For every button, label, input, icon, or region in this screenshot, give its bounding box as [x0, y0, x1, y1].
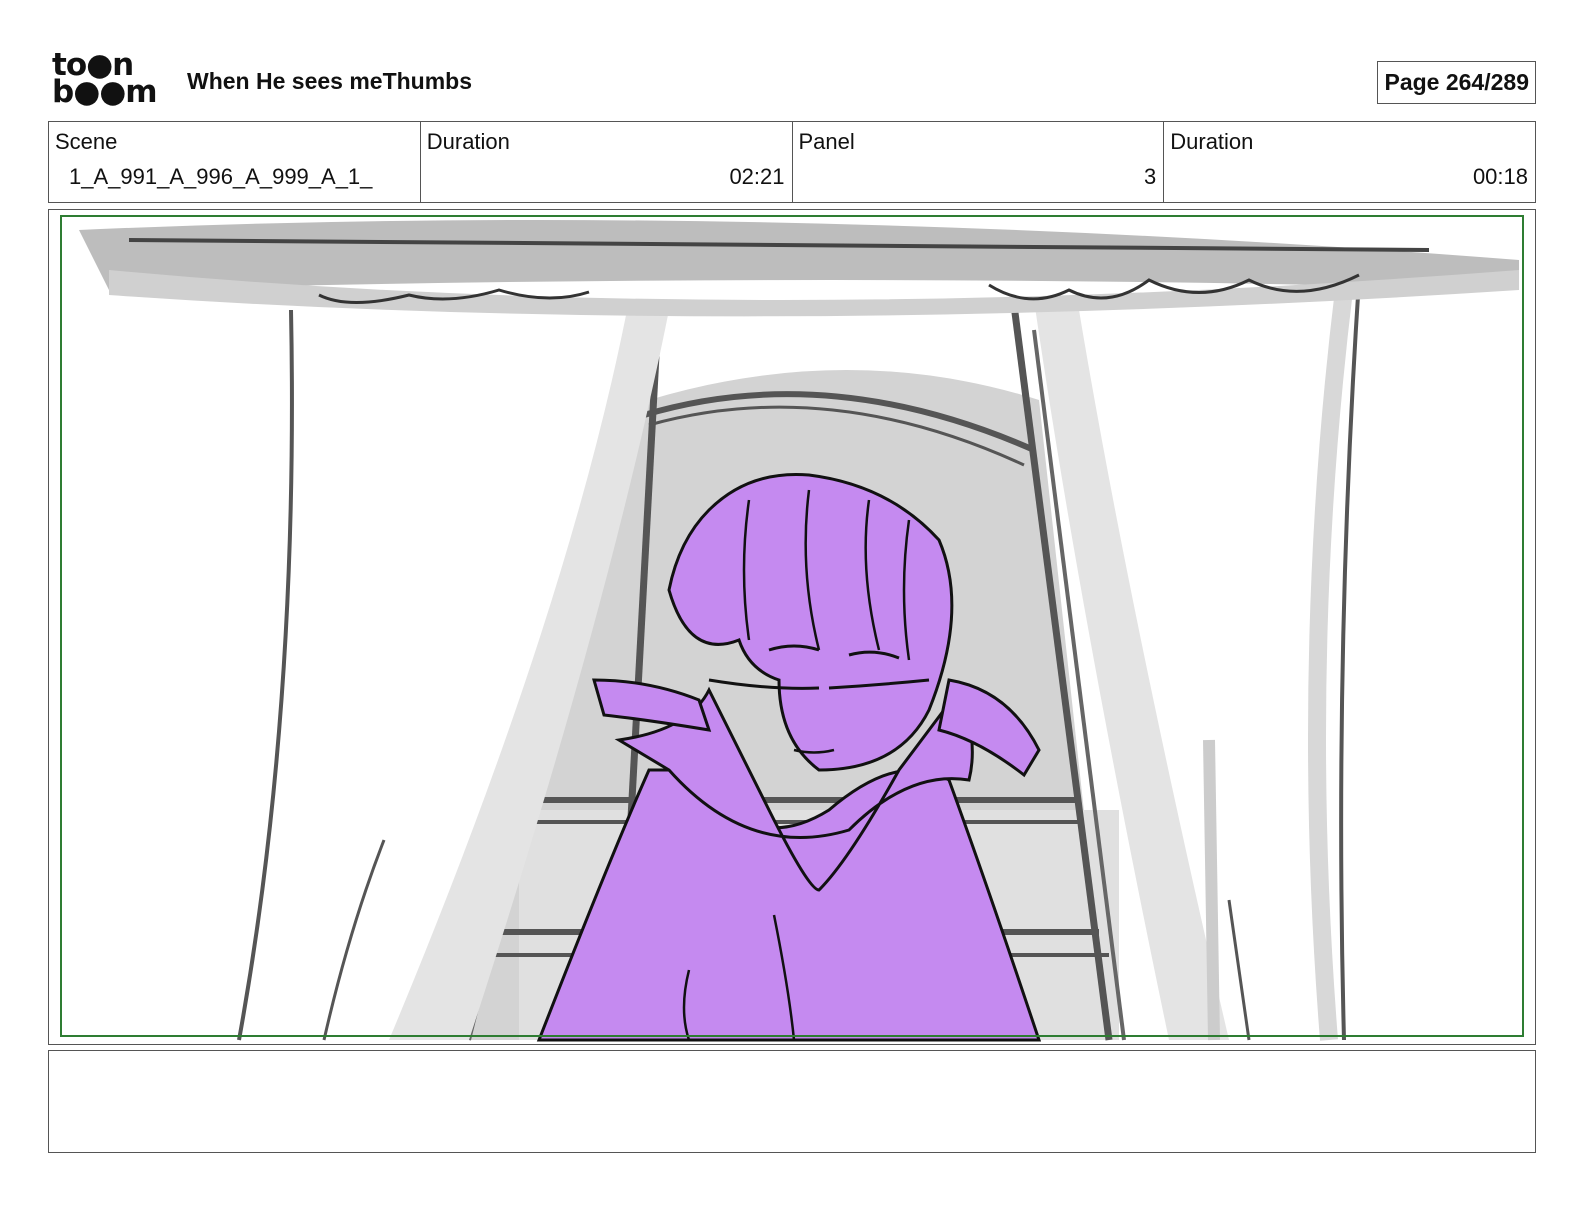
- scene-value: 1_A_991_A_996_A_999_A_1_: [69, 164, 373, 189]
- storyboard-panel: [48, 209, 1536, 1045]
- valance-band: [79, 220, 1519, 290]
- panel-drawing: [79, 220, 1519, 1042]
- page-number: Page 264/289: [1377, 61, 1536, 104]
- panel-duration-value: 00:18: [1472, 164, 1528, 189]
- scene-label: Scene: [55, 129, 118, 154]
- scene-duration-label: Duration: [426, 129, 510, 154]
- scene-cell: Scene 1_A_991_A_996_A_999_A_1_: [49, 122, 421, 202]
- curtain-right-fold-2: [1227, 899, 1251, 1041]
- curtain-right-edge: [1339, 279, 1361, 1041]
- scene-duration-cell: Duration 02:21: [421, 122, 793, 202]
- curtain-left-line: [322, 839, 386, 1041]
- project-title: When He sees meThumbs: [187, 68, 473, 94]
- toon-boom-logo: to●n b●●m: [52, 50, 164, 112]
- curtain-right-fold: [1203, 739, 1220, 1041]
- scene-info-table: Scene 1_A_991_A_996_A_999_A_1_ Duration …: [48, 121, 1536, 203]
- panel-cell: Panel 3: [793, 122, 1165, 202]
- panel-value: 3: [1144, 164, 1157, 189]
- scene-duration-value: 02:21: [729, 164, 785, 189]
- logo-line-2: b●●m: [52, 74, 158, 110]
- page-header: to●n b●●m When He sees meThumbs Page 264…: [48, 48, 1536, 112]
- panel-duration-cell: Duration 00:18: [1164, 122, 1535, 202]
- panel-notes: [48, 1050, 1536, 1153]
- panel-duration-label: Duration: [1170, 129, 1254, 154]
- curtain-left-edge: [237, 309, 294, 1041]
- panel-label: Panel: [798, 129, 855, 154]
